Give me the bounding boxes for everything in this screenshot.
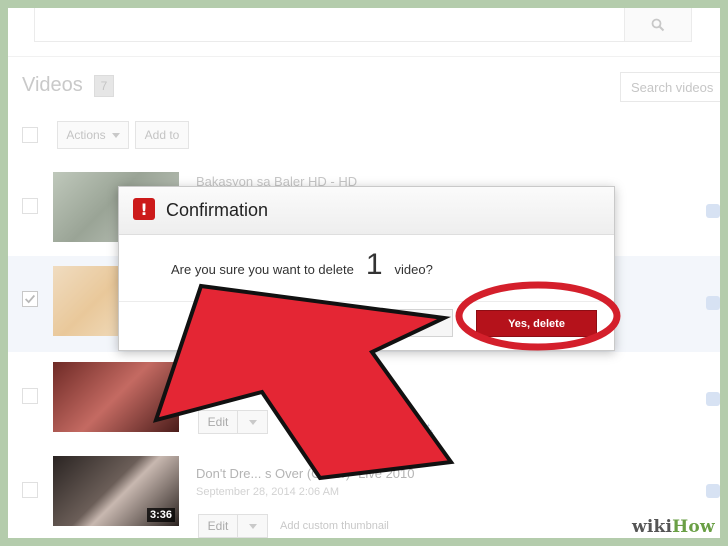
video-manager-page: Videos 7 Search videos Actions Add to Ba…	[8, 8, 720, 538]
message-after: video?	[394, 262, 433, 277]
yes-delete-button[interactable]: Yes, delete	[476, 310, 597, 337]
chevron-down-icon	[111, 132, 120, 138]
confirmation-dialog: ! Confirmation Are you sure you want to …	[118, 186, 615, 351]
edit-button[interactable]: Edit	[198, 514, 238, 538]
actions-dropdown[interactable]: Actions	[57, 121, 129, 149]
duration-badge: 3:36	[146, 508, 175, 522]
actions-label: Actions	[66, 128, 106, 142]
page-title: Videos	[22, 74, 83, 96]
edit-menu-button[interactable]	[238, 514, 268, 538]
message-before: Are you sure you want to delete	[171, 262, 354, 277]
site-search-input[interactable]	[34, 8, 628, 42]
cancel-button[interactable]	[375, 309, 453, 337]
wikihow-wiki-text: wiki	[632, 517, 673, 537]
check-icon	[25, 294, 36, 304]
wikihow-how-text: How	[672, 517, 715, 537]
header-divider	[8, 56, 720, 57]
video-thumbnail[interactable]	[53, 362, 179, 432]
add-custom-thumbnail-link[interactable]: Add custom thumbnail	[280, 520, 389, 532]
edit-button-group: Edit	[198, 410, 268, 434]
dialog-title: Confirmation	[166, 200, 269, 220]
edit-button-group: Edit	[198, 514, 268, 538]
video-count-badge: 7	[94, 75, 114, 97]
chevron-down-icon	[248, 419, 257, 425]
row-checkbox[interactable]	[22, 482, 38, 498]
select-all-checkbox[interactable]	[22, 127, 38, 143]
globe-icon	[706, 392, 720, 406]
magnifier-icon	[651, 18, 665, 31]
video-date: September 28, 2014 2:06 AM	[196, 486, 340, 498]
third-party-link[interactable]: third party content.	[342, 422, 433, 434]
table-row: Edit third party content.	[8, 352, 720, 444]
wikihow-logo: wikiHow	[632, 517, 715, 537]
search-videos-input[interactable]: Search videos	[620, 72, 720, 102]
site-search-button[interactable]	[624, 8, 692, 42]
row-checkbox[interactable]	[22, 198, 38, 214]
edit-button[interactable]: Edit	[198, 410, 238, 434]
add-to-label: Add to	[144, 128, 180, 142]
row-checkbox[interactable]	[22, 388, 38, 404]
globe-icon	[706, 204, 720, 218]
exclamation-icon: !	[133, 198, 155, 220]
chevron-down-icon	[248, 523, 257, 529]
dialog-divider	[119, 301, 614, 302]
video-title[interactable]: Don't Dre... s Over (Cover)- Live 2010	[196, 466, 415, 481]
globe-icon	[706, 484, 720, 498]
globe-icon	[706, 296, 720, 310]
dialog-header: ! Confirmation	[119, 187, 614, 235]
add-to-button[interactable]: Add to	[135, 121, 189, 149]
dialog-message: Are you sure you want to delete 1 video?	[171, 248, 433, 281]
delete-count: 1	[365, 248, 383, 281]
row-checkbox-checked[interactable]	[22, 291, 38, 307]
table-row: 3:36 Don't Dre... s Over (Cover)- Live 2…	[8, 444, 720, 538]
video-thumbnail[interactable]: 3:36	[53, 456, 179, 526]
edit-menu-button[interactable]	[238, 410, 268, 434]
